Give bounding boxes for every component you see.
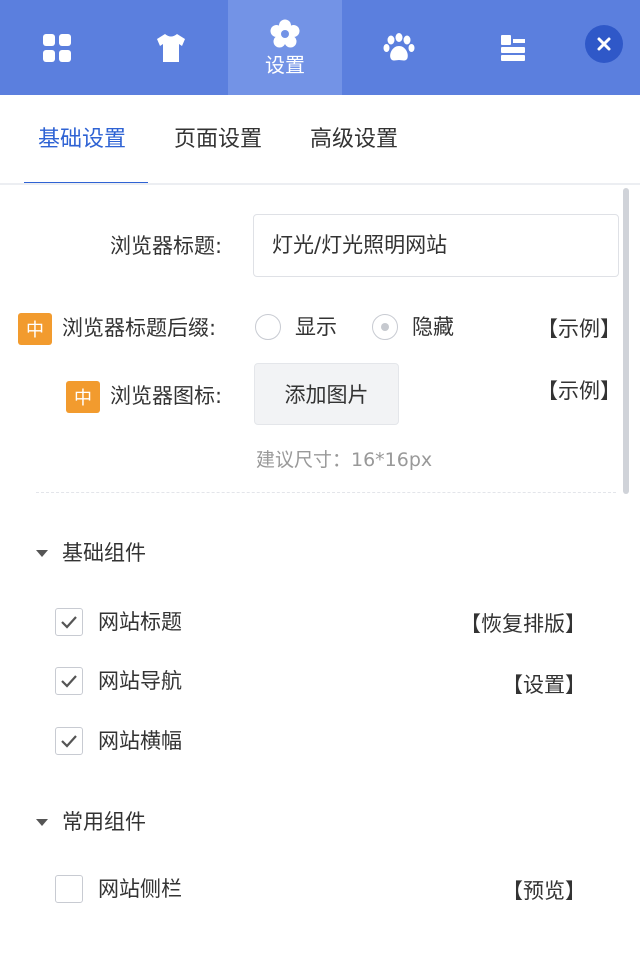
shirt-icon bbox=[157, 33, 185, 62]
toolbar-item-plugins[interactable] bbox=[342, 0, 456, 95]
top-toolbar: 设置 bbox=[0, 0, 640, 95]
settings-tabs: 基础设置 页面设置 高级设置 bbox=[0, 95, 640, 185]
toolbar-item-components[interactable] bbox=[456, 0, 570, 95]
title-suffix-label: 浏览器标题后缀: bbox=[62, 316, 217, 340]
section-divider bbox=[36, 492, 616, 493]
radio-show-label[interactable]: 显示 bbox=[295, 313, 337, 341]
caret-down-icon bbox=[36, 549, 48, 557]
site-banner-label: 网站横幅 bbox=[98, 729, 182, 753]
common-components-header[interactable]: 常用组件 bbox=[36, 808, 146, 836]
gear-icon bbox=[270, 19, 300, 47]
favicon-size-hint: 建议尺寸：16*16px bbox=[256, 449, 433, 471]
favicon-example-link[interactable]: 【示例】 bbox=[537, 377, 621, 405]
checkbox-site-title[interactable] bbox=[55, 608, 83, 636]
section-title: 基础组件 bbox=[62, 541, 146, 565]
add-image-button[interactable]: 添加图片 bbox=[254, 363, 399, 425]
checkbox-site-sidebar[interactable] bbox=[55, 875, 83, 903]
site-sidebar-label: 网站侧栏 bbox=[98, 877, 182, 901]
tab-page-settings[interactable]: 页面设置 bbox=[174, 125, 262, 155]
radio-hide[interactable] bbox=[372, 314, 398, 340]
nav-settings-link[interactable]: 【设置】 bbox=[502, 671, 586, 699]
favicon-label: 浏览器图标: bbox=[110, 384, 223, 408]
checkmark-icon bbox=[61, 675, 77, 688]
caret-down-icon bbox=[36, 818, 48, 826]
site-nav-label: 网站导航 bbox=[98, 669, 182, 693]
grid-icon bbox=[43, 33, 71, 62]
tabs-divider bbox=[0, 183, 640, 185]
paw-icon bbox=[383, 32, 415, 60]
component-icon bbox=[501, 34, 525, 61]
restore-layout-link[interactable]: 【恢复排版】 bbox=[460, 610, 586, 638]
radio-show[interactable] bbox=[255, 314, 281, 340]
site-title-label: 网站标题 bbox=[98, 610, 182, 634]
section-title: 常用组件 bbox=[62, 810, 146, 834]
title-suffix-example-link[interactable]: 【示例】 bbox=[537, 315, 621, 343]
checkbox-site-banner[interactable] bbox=[55, 727, 83, 755]
sidebar-preview-link[interactable]: 【预览】 bbox=[502, 877, 586, 905]
radio-hide-label[interactable]: 隐藏 bbox=[412, 313, 454, 341]
toolbar-item-layout[interactable] bbox=[0, 0, 114, 95]
browser-title-input[interactable]: 灯光/灯光照明网站 bbox=[253, 214, 619, 277]
scrollbar[interactable] bbox=[623, 188, 629, 494]
settings-panel: 设置 基础设置 页面设置 高级设置 浏览器标题: 灯光/灯光照明网站 中 浏览器… bbox=[0, 0, 640, 954]
premium-badge: 中 bbox=[18, 313, 52, 345]
checkmark-icon bbox=[61, 616, 77, 629]
tab-advanced-settings[interactable]: 高级设置 bbox=[310, 125, 398, 155]
checkmark-icon bbox=[61, 735, 77, 748]
tab-basic-settings[interactable]: 基础设置 bbox=[38, 125, 126, 155]
browser-title-label: 浏览器标题: bbox=[110, 234, 223, 258]
close-icon bbox=[597, 37, 611, 51]
close-button[interactable] bbox=[585, 25, 623, 63]
toolbar-item-settings[interactable]: 设置 bbox=[228, 0, 342, 95]
toolbar-item-label: 设置 bbox=[265, 52, 305, 77]
premium-badge: 中 bbox=[66, 381, 100, 413]
checkbox-site-nav[interactable] bbox=[55, 667, 83, 695]
toolbar-item-theme[interactable] bbox=[114, 0, 228, 95]
basic-components-header[interactable]: 基础组件 bbox=[36, 539, 146, 567]
